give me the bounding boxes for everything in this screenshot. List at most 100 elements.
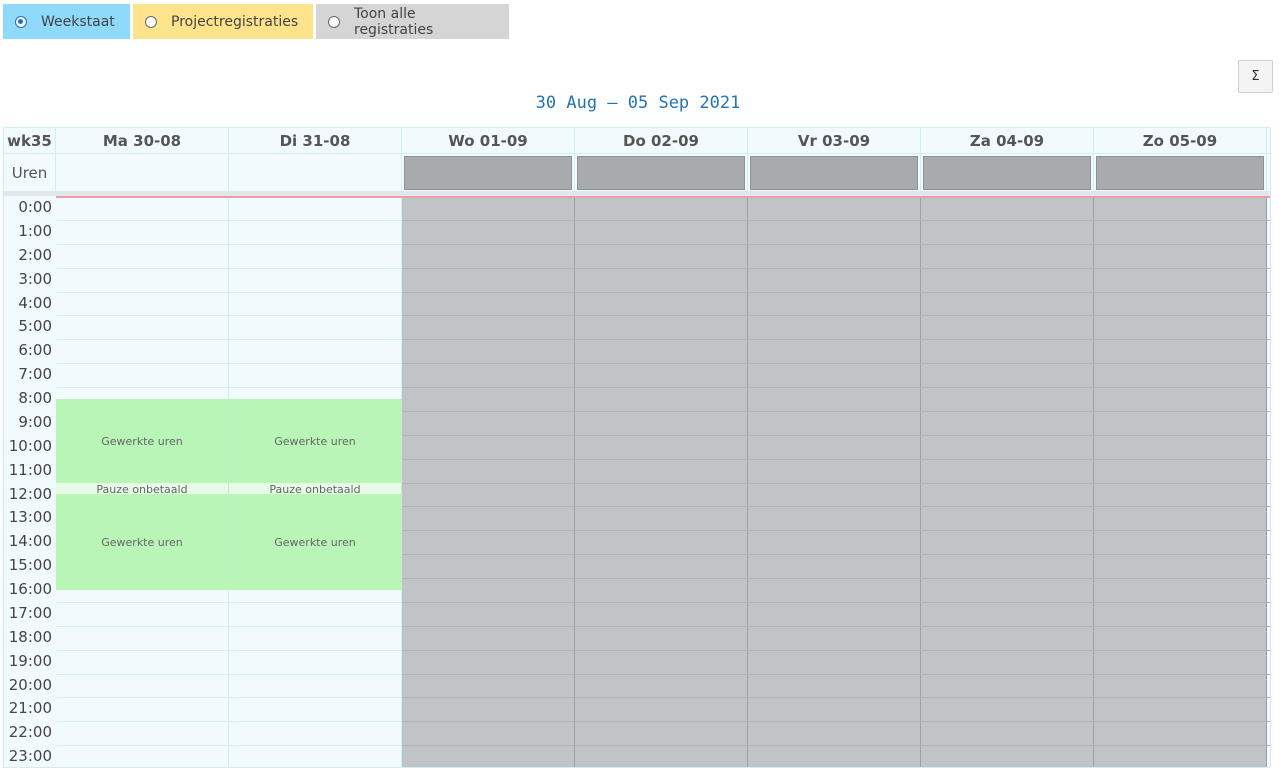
hour-label: 22:00: [8, 723, 52, 741]
day-header: Zo 05-09: [1094, 128, 1267, 153]
hour-label: 20:00: [8, 676, 52, 694]
hour-gridline: [402, 387, 1270, 388]
day-column-unavailable[interactable]: [921, 196, 1094, 767]
hour-gridline: [402, 315, 1270, 316]
hour-gridline: [56, 292, 402, 293]
hour-gridline: [402, 674, 1270, 675]
hour-gridline: [402, 459, 1270, 460]
sum-button[interactable]: Σ: [1238, 60, 1273, 93]
uren-disabled-block: [923, 156, 1091, 190]
worked-hours-event[interactable]: Gewerkte uren: [56, 494, 229, 590]
uren-cell[interactable]: [1094, 154, 1267, 192]
uren-cell[interactable]: [748, 154, 921, 192]
uren-disabled-block: [577, 156, 745, 190]
mode-label: Toon alle registraties: [354, 5, 434, 38]
hour-gridline: [56, 363, 402, 364]
uren-cell[interactable]: [575, 154, 748, 192]
hour-label: 23:00: [8, 747, 52, 765]
hour-label: 16:00: [8, 580, 52, 598]
day-column-unavailable[interactable]: [575, 196, 748, 767]
hour-gridline: [402, 626, 1270, 627]
hour-label: 5:00: [18, 317, 52, 335]
date-range-title: 30 Aug – 05 Sep 2021: [535, 93, 741, 113]
hour-gridline: [402, 578, 1270, 579]
mode-label: Weekstaat: [41, 13, 115, 30]
uren-cell[interactable]: [56, 154, 229, 192]
hour-gridline: [402, 411, 1270, 412]
hour-label: 12:00: [8, 485, 52, 503]
hour-gridline: [402, 339, 1270, 340]
hour-gridline: [402, 292, 1270, 293]
hour-gridline: [402, 244, 1270, 245]
day-column-unavailable[interactable]: [1094, 196, 1267, 767]
hour-gridline: [56, 602, 402, 603]
hour-label: 17:00: [8, 604, 52, 622]
hour-label: 2:00: [18, 246, 52, 264]
hour-gridline: [56, 220, 402, 221]
radio-icon[interactable]: [328, 15, 340, 28]
hour-gridline: [56, 387, 402, 388]
hour-gridline: [56, 315, 402, 316]
radio-selected-icon[interactable]: [15, 15, 27, 28]
event-label: Gewerkte uren: [101, 535, 183, 549]
hour-gridline: [402, 697, 1270, 698]
hour-label: 14:00: [8, 532, 52, 550]
mode-projectregistraties[interactable]: Projectregistraties: [133, 4, 313, 39]
uren-disabled-block: [1096, 156, 1264, 190]
mode-toon-alle-registraties[interactable]: Toon alle registraties: [316, 4, 509, 39]
hour-label: 1:00: [18, 222, 52, 240]
radio-icon[interactable]: [145, 15, 157, 28]
hour-label: 7:00: [18, 365, 52, 383]
hour-label: 18:00: [8, 628, 52, 646]
hour-gridline: [402, 268, 1270, 269]
day-header: Vr 03-09: [748, 128, 921, 153]
day-header: Wo 01-09: [402, 128, 575, 153]
hour-label: 3:00: [18, 270, 52, 288]
hour-gridline: [402, 435, 1270, 436]
day-column-unavailable[interactable]: [402, 196, 575, 767]
uren-cell[interactable]: [402, 154, 575, 192]
day-column-unavailable[interactable]: [748, 196, 921, 767]
time-grid: 0:00 1:00 2:00 3:00 4:00 5:00 6:00 7:00 8:00 9:00…: [4, 196, 1270, 767]
day-header: Za 04-09: [921, 128, 1094, 153]
hour-gridline: [402, 363, 1270, 364]
hour-gridline: [56, 650, 402, 651]
worked-hours-event[interactable]: Gewerkte uren: [56, 399, 229, 483]
hour-gridline: [56, 721, 402, 722]
hour-label: 10:00: [8, 437, 52, 455]
hour-gridline: [56, 268, 402, 269]
hour-gridline: [402, 721, 1270, 722]
current-time-line: [56, 196, 1270, 198]
hour-gridline: [56, 244, 402, 245]
worked-hours-event[interactable]: Gewerkte uren: [229, 494, 402, 590]
hour-gridline: [402, 554, 1270, 555]
uren-cell[interactable]: [921, 154, 1094, 192]
uren-disabled-block: [404, 156, 572, 190]
uren-disabled-block: [750, 156, 918, 190]
hour-label: 6:00: [18, 341, 52, 359]
hour-label: 19:00: [8, 652, 52, 670]
hour-label: 0:00: [18, 198, 52, 216]
hour-gridline: [56, 697, 402, 698]
hour-gridline: [402, 483, 1270, 484]
hour-gridline: [402, 530, 1270, 531]
hour-gridline: [56, 339, 402, 340]
uren-label: Uren: [4, 154, 56, 192]
uren-row: Uren: [4, 153, 1270, 192]
hour-label: 13:00: [8, 508, 52, 526]
hour-label: 9:00: [18, 413, 52, 431]
event-label: Gewerkte uren: [274, 434, 356, 448]
hour-gridline: [56, 745, 402, 746]
week-number: wk35: [4, 128, 56, 153]
worked-hours-event[interactable]: Gewerkte uren: [229, 399, 402, 483]
hour-label: 15:00: [8, 556, 52, 574]
uren-cell[interactable]: [229, 154, 402, 192]
hour-gridline: [56, 674, 402, 675]
hour-gridline: [56, 626, 402, 627]
mode-label: Projectregistraties: [171, 13, 299, 30]
event-label: Gewerkte uren: [101, 434, 183, 448]
hour-gridline: [402, 506, 1270, 507]
mode-weekstaat[interactable]: Weekstaat: [3, 4, 130, 39]
day-header: Ma 30-08: [56, 128, 229, 153]
hour-label: 8:00: [18, 389, 52, 407]
